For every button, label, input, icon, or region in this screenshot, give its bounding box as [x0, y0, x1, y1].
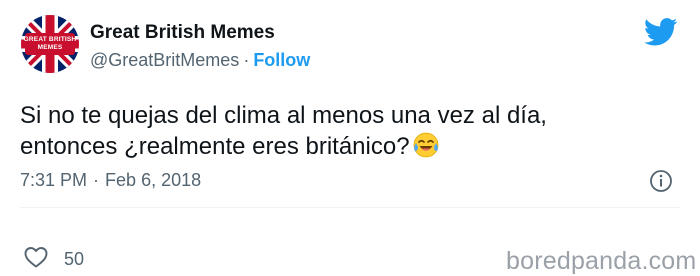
tweet-timestamp[interactable]: 7:31 PM · Feb 6, 2018 — [20, 170, 201, 191]
tweet-card: GREAT BRITISH MEMES Great British Memes … — [0, 0, 700, 275]
author-handle[interactable]: @GreatBritMemes — [90, 50, 239, 70]
face-with-tears-of-joy-icon — [413, 132, 438, 158]
timestamp-separator: · — [93, 170, 100, 190]
avatar-logo-text: GREAT BRITISH MEMES — [23, 36, 77, 51]
tweet-text: Si no te quejas del clima al menos una v… — [20, 100, 670, 162]
twitter-bird-icon[interactable] — [644, 18, 678, 46]
tweet-text-line: Si no te quejas del clima al menos una v… — [20, 102, 547, 129]
handle-separator: · — [243, 50, 250, 70]
avatar[interactable]: GREAT BRITISH MEMES — [21, 15, 79, 73]
follow-button[interactable]: Follow — [253, 50, 310, 70]
author-display-name[interactable]: Great British Memes — [90, 22, 275, 44]
heart-icon[interactable] — [24, 246, 48, 268]
tweet-text-line: entonces ¿realmente eres británico? — [20, 133, 410, 160]
divider — [20, 207, 680, 208]
tweet-time: 7:31 PM — [20, 170, 88, 190]
like-count: 50 — [64, 249, 85, 269]
source-watermark: boredpanda.com — [506, 247, 697, 275]
author-handle-row: @GreatBritMemes · Follow — [90, 50, 310, 71]
tweet-date: Feb 6, 2018 — [105, 170, 202, 190]
info-icon[interactable] — [649, 169, 673, 193]
tweet-text-line-with-emoji: entonces ¿realmente eres británico? — [20, 131, 670, 162]
